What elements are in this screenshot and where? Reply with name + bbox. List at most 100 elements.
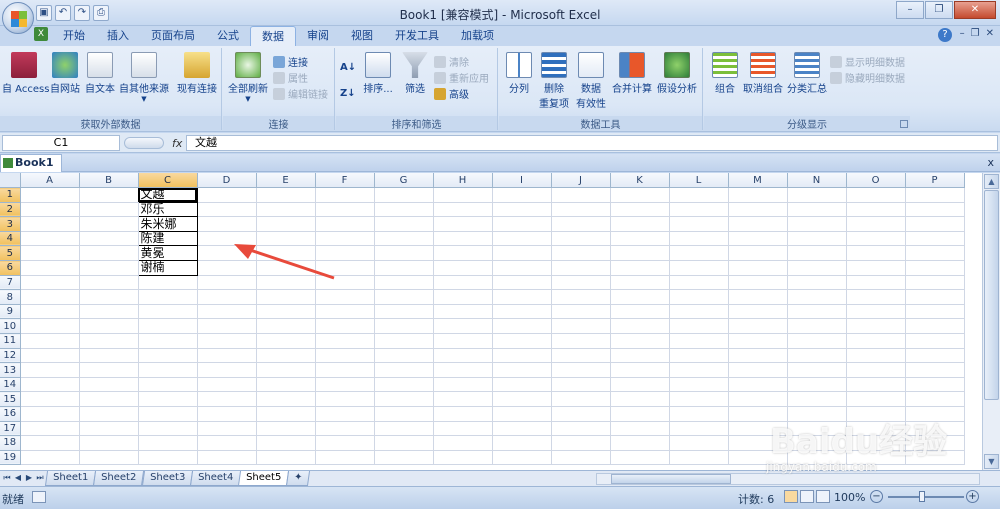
cell-k5[interactable] — [610, 245, 670, 262]
cell-n5[interactable] — [787, 245, 847, 262]
cell-e3[interactable] — [256, 216, 316, 232]
cell-n8[interactable] — [787, 289, 847, 305]
cell-a11[interactable] — [20, 333, 80, 349]
cell-h6[interactable] — [433, 260, 493, 276]
row-header[interactable]: 19 — [0, 450, 21, 466]
sheet-tab-2[interactable]: Sheet2 — [93, 471, 145, 486]
cell-o14[interactable] — [846, 377, 906, 393]
worksheet-grid[interactable]: ABCDEFGHIJKLMNOP 1 文越 2 邓乐 3 朱米娜 4 陈建 5 黄冕 6 谢楠 7 8 9 1… — [0, 173, 982, 470]
column-header-g[interactable]: G — [374, 173, 434, 189]
minimize-workbook-icon[interactable]: – — [960, 28, 965, 39]
cell-l9[interactable] — [669, 304, 729, 320]
cell-l13[interactable] — [669, 362, 729, 378]
cell-b2[interactable] — [79, 202, 139, 218]
cell-m2[interactable] — [728, 202, 788, 218]
cell-h2[interactable] — [433, 202, 493, 218]
row-header[interactable]: 9 — [0, 304, 21, 320]
cell-h1[interactable] — [433, 187, 493, 203]
sheet-tab-5[interactable]: Sheet5 — [238, 471, 290, 486]
cell-j17[interactable] — [551, 421, 611, 437]
row-header[interactable]: 13 — [0, 362, 21, 378]
tab-review[interactable]: 审阅 — [296, 26, 340, 46]
cell-c8[interactable] — [138, 289, 198, 305]
cell-j10[interactable] — [551, 318, 611, 335]
cell-n11[interactable] — [787, 333, 847, 349]
cell-n18[interactable] — [787, 435, 847, 451]
cell-l12[interactable] — [669, 348, 729, 364]
cell-j19[interactable] — [551, 450, 611, 466]
group-button[interactable]: 组合 — [710, 52, 740, 95]
cell-d11[interactable] — [197, 333, 257, 349]
sort-button[interactable]: 排序... — [360, 52, 396, 95]
cell-c5[interactable]: 黄冕 — [137, 245, 198, 262]
cell-p5[interactable] — [905, 245, 965, 262]
cell-b16[interactable] — [79, 406, 139, 422]
cell-b17[interactable] — [79, 421, 139, 437]
cell-n12[interactable] — [787, 348, 847, 364]
cell-k12[interactable] — [610, 348, 670, 364]
row-header[interactable]: 11 — [0, 333, 21, 349]
cell-i1[interactable] — [492, 187, 552, 203]
cell-b6[interactable] — [79, 260, 139, 276]
cell-h7[interactable] — [433, 275, 493, 291]
cell-m17[interactable] — [728, 421, 788, 437]
cell-a6[interactable] — [20, 260, 80, 276]
macro-record-icon[interactable] — [32, 491, 46, 503]
zoom-slider-thumb[interactable] — [919, 491, 925, 502]
restore-workbook-icon[interactable]: ❐ — [971, 28, 980, 39]
column-header-b[interactable]: B — [79, 173, 139, 189]
cell-g3[interactable] — [374, 216, 434, 232]
cell-a12[interactable] — [20, 348, 80, 364]
cell-b8[interactable] — [79, 289, 139, 305]
remove-duplicates-button[interactable]: 删除 重复项 — [537, 52, 571, 110]
text-to-columns-button[interactable]: 分列 — [503, 52, 535, 95]
cell-m14[interactable] — [728, 377, 788, 393]
cell-p11[interactable] — [905, 333, 965, 349]
cell-c13[interactable] — [138, 362, 198, 378]
cell-g5[interactable] — [374, 245, 434, 262]
cell-c18[interactable] — [138, 435, 198, 451]
cell-l8[interactable] — [669, 289, 729, 305]
what-if-analysis-button[interactable]: 假设分析 — [655, 52, 699, 95]
cell-i19[interactable] — [492, 450, 552, 466]
cell-l3[interactable] — [669, 216, 729, 232]
cell-a9[interactable] — [20, 304, 80, 320]
cell-h11[interactable] — [433, 333, 493, 349]
cell-l4[interactable] — [669, 231, 729, 247]
cell-o15[interactable] — [846, 391, 906, 407]
cell-g18[interactable] — [374, 435, 434, 451]
column-header-m[interactable]: M — [728, 173, 788, 189]
tab-formulas[interactable]: 公式 — [206, 26, 250, 46]
normal-view-icon[interactable] — [784, 490, 798, 503]
scroll-up-icon[interactable]: ▲ — [984, 174, 999, 189]
help-icon[interactable]: ? — [938, 28, 952, 42]
cell-d13[interactable] — [197, 362, 257, 378]
workbook-tab[interactable]: Book1 * — [0, 154, 62, 185]
cell-m19[interactable] — [728, 450, 788, 466]
cell-k13[interactable] — [610, 362, 670, 378]
cell-l10[interactable] — [669, 318, 729, 335]
cell-o4[interactable] — [846, 231, 906, 247]
cell-h14[interactable] — [433, 377, 493, 393]
cell-d10[interactable] — [197, 318, 257, 335]
cell-f3[interactable] — [315, 216, 375, 232]
cell-g13[interactable] — [374, 362, 434, 378]
cell-d3[interactable] — [197, 216, 257, 232]
column-header-d[interactable]: D — [197, 173, 257, 189]
cell-i2[interactable] — [492, 202, 552, 218]
cell-l2[interactable] — [669, 202, 729, 218]
column-header-f[interactable]: F — [315, 173, 375, 189]
cell-i9[interactable] — [492, 304, 552, 320]
cell-o9[interactable] — [846, 304, 906, 320]
cell-b14[interactable] — [79, 377, 139, 393]
cell-d1[interactable] — [197, 187, 257, 203]
cell-m1[interactable] — [728, 187, 788, 203]
cell-m16[interactable] — [728, 406, 788, 422]
cell-g14[interactable] — [374, 377, 434, 393]
cell-p10[interactable] — [905, 318, 965, 335]
row-header[interactable]: 7 — [0, 275, 21, 291]
zoom-slider-track[interactable] — [888, 496, 964, 498]
cell-e9[interactable] — [256, 304, 316, 320]
existing-connections-button[interactable]: 现有连接 — [176, 52, 218, 95]
cell-e16[interactable] — [256, 406, 316, 422]
